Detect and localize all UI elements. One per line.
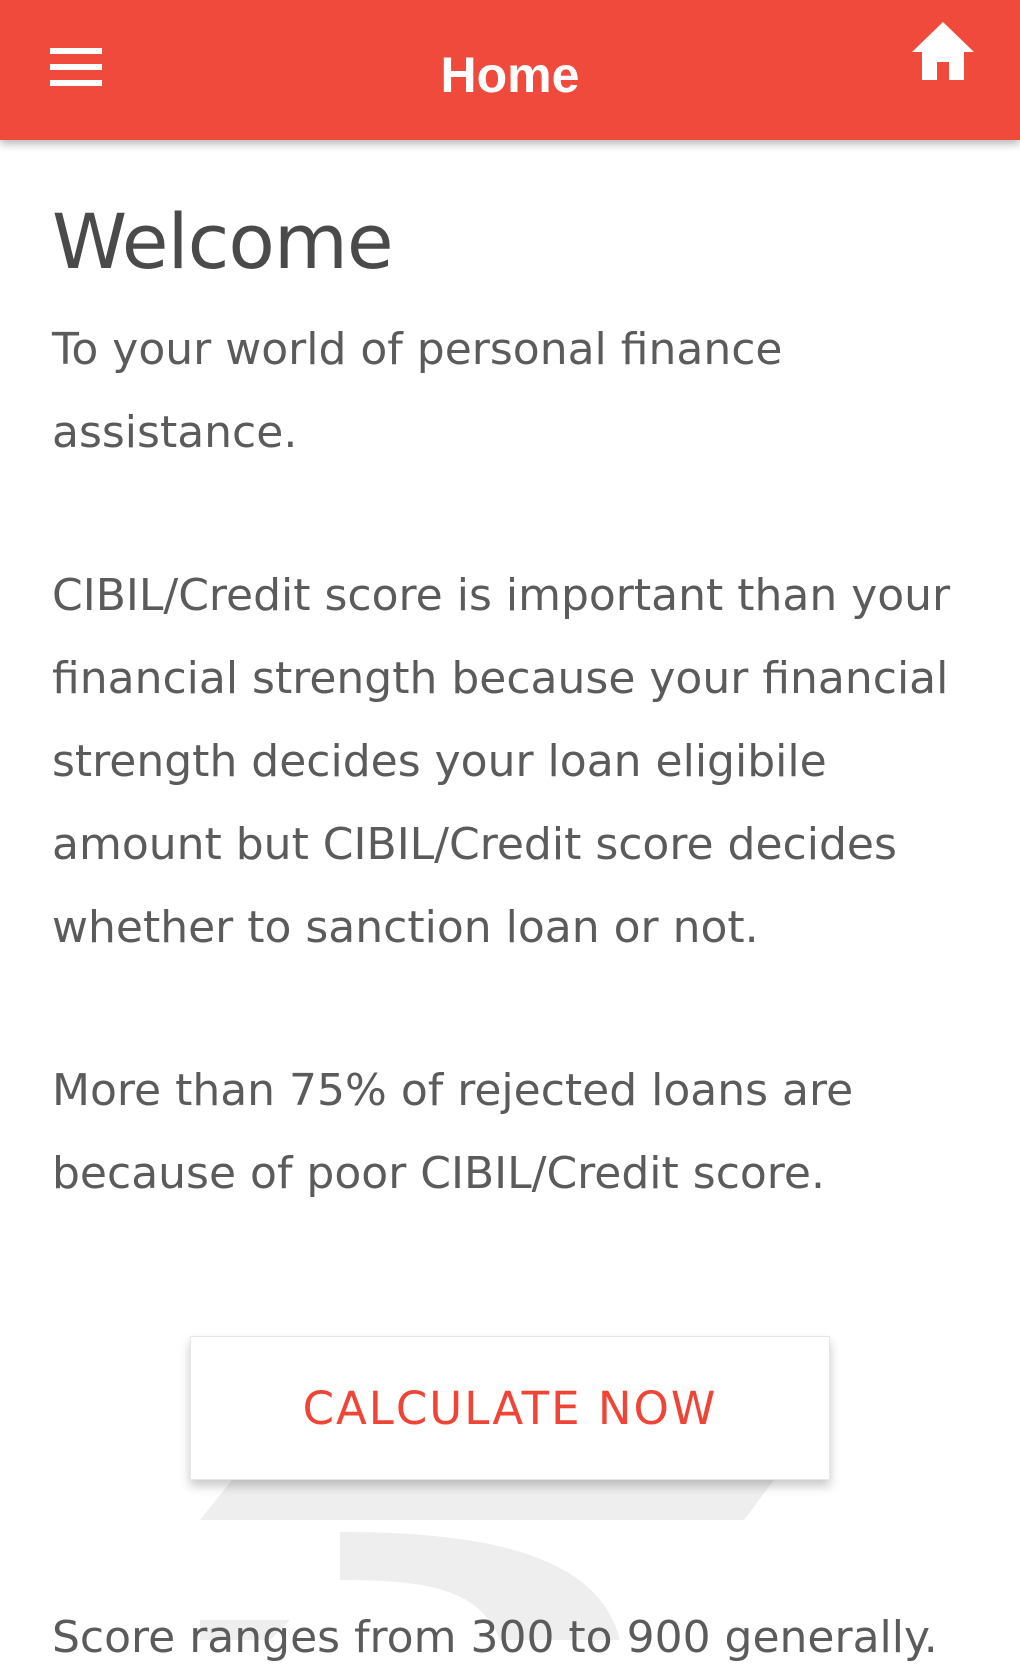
- intro-paragraph: To your world of personal finance assist…: [52, 324, 783, 458]
- main-content: Welcome To your world of personal financ…: [52, 180, 982, 1215]
- app-bar: Home: [0, 0, 1020, 140]
- home-icon: [912, 22, 974, 80]
- credit-score-paragraph: CIBIL/Credit score is important than you…: [52, 570, 951, 953]
- page-title: Home: [440, 47, 580, 103]
- hamburger-menu-icon-bar: [50, 64, 102, 70]
- calculate-now-button[interactable]: CALCULATE NOW: [190, 1336, 830, 1480]
- rejected-loans-paragraph: More than 75% of rejected loans are beca…: [52, 1065, 854, 1199]
- welcome-heading: Welcome: [52, 197, 394, 286]
- score-range-text: Score ranges from 300 to 900 generally.: [52, 1612, 938, 1663]
- menu-button[interactable]: [50, 48, 102, 88]
- hamburger-menu-icon: [50, 48, 102, 54]
- hamburger-menu-icon-bar: [50, 80, 102, 86]
- home-button[interactable]: [910, 18, 976, 84]
